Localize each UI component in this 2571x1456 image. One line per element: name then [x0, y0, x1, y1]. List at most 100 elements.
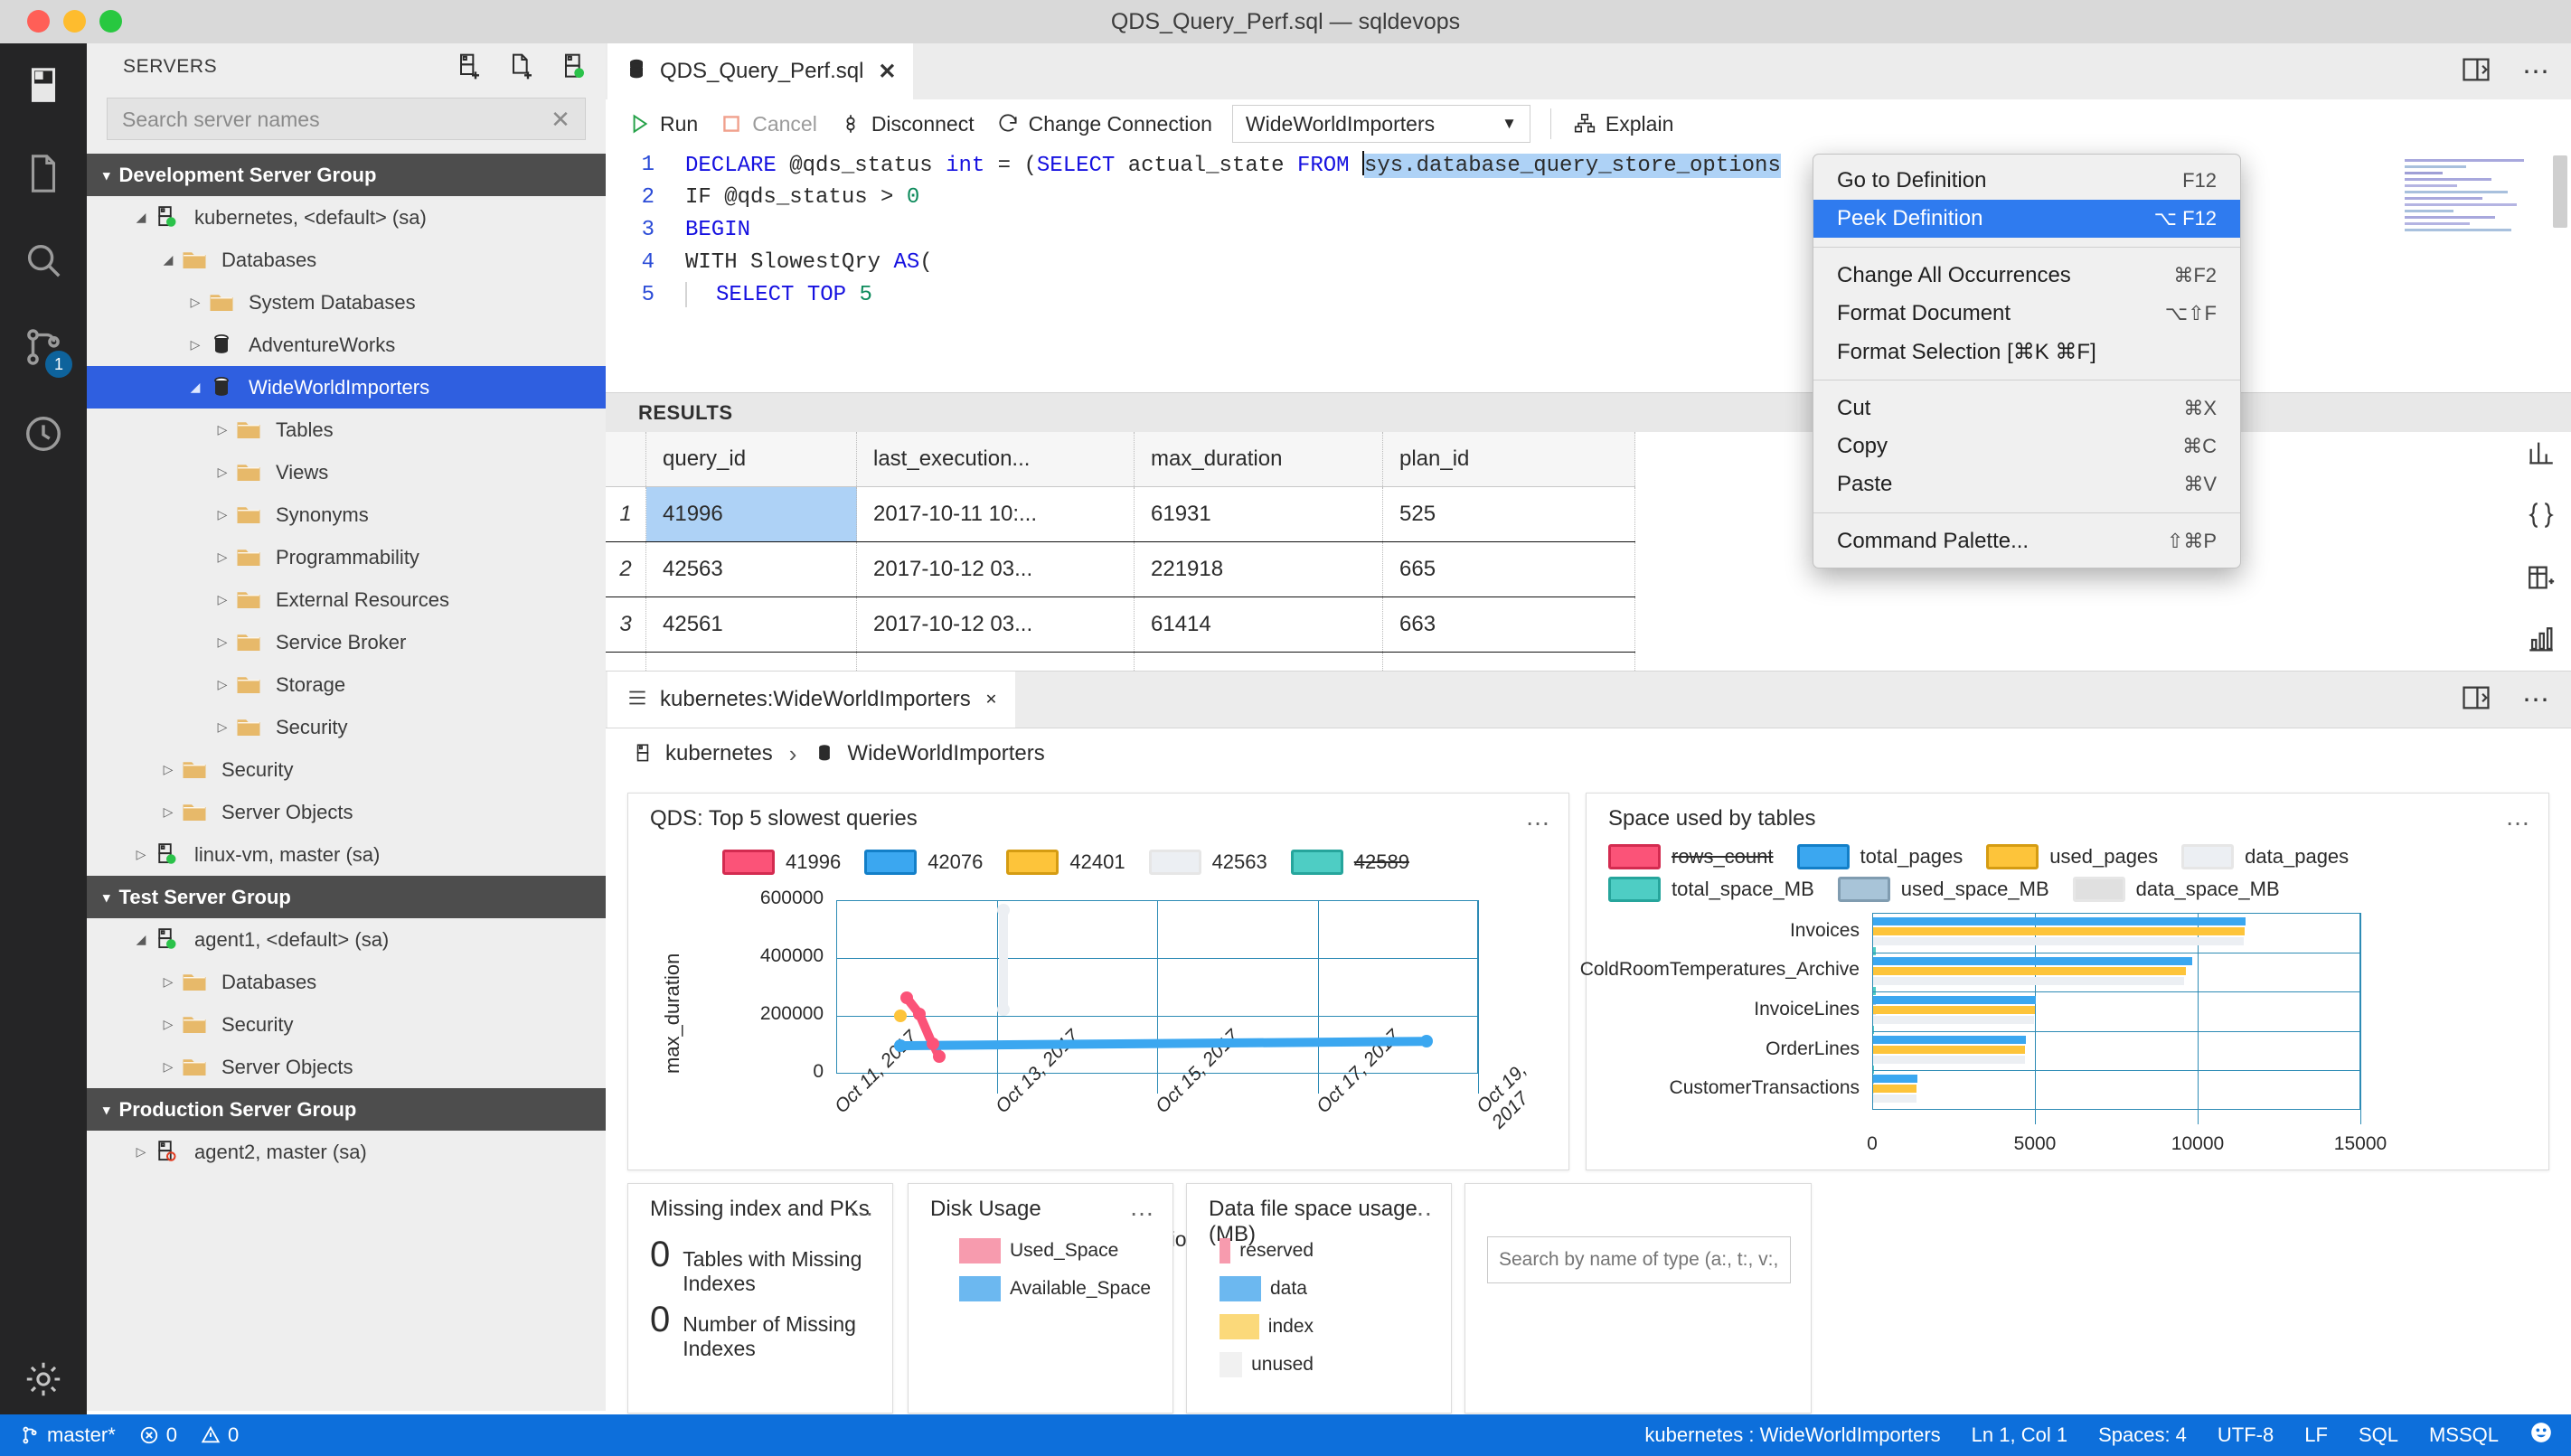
- tree-item-databases[interactable]: ◢ Databases: [87, 239, 606, 281]
- tree-item-linux-vm-master-sa[interactable]: ▷ linux-vm, master (sa): [87, 833, 606, 876]
- tree-item-server-objects[interactable]: ▷ Server Objects: [87, 791, 606, 833]
- data-point[interactable]: [996, 1002, 1010, 1016]
- git-branch-item[interactable]: master*: [20, 1423, 116, 1447]
- space-legend-used-pages[interactable]: used_pages: [1986, 844, 2158, 869]
- tree-item-tables[interactable]: ▷ Tables: [87, 409, 606, 451]
- tab-database-dashboard[interactable]: kubernetes:WideWorldImporters ✕: [607, 672, 1016, 728]
- data-file-legend[interactable]: reserved data index unused: [1220, 1238, 1436, 1390]
- menu-item-cut[interactable]: Cut ⌘X: [1813, 390, 2240, 427]
- data-point[interactable]: [926, 1038, 939, 1051]
- table-cell[interactable]: 41996: [645, 486, 857, 542]
- bar-data_pages[interactable]: [1873, 976, 2185, 985]
- widget-more-icon[interactable]: …: [1525, 803, 1552, 831]
- tree-item-security[interactable]: ▷ Security: [87, 706, 606, 748]
- bar-total_space_mb[interactable]: [1873, 986, 1876, 995]
- activity-servers-icon[interactable]: [0, 43, 87, 130]
- chevron-right-icon[interactable]: ▷: [210, 465, 235, 480]
- widget-disk-usage[interactable]: Disk Usage … Used_Space Available_Space: [908, 1183, 1173, 1414]
- chevron-right-icon[interactable]: ▷: [155, 1017, 181, 1032]
- activity-source-control-icon[interactable]: 1: [0, 304, 87, 390]
- breadcrumb-database[interactable]: WideWorldImporters: [813, 741, 1045, 766]
- menu-item-format-selection-k-f[interactable]: Format Selection [⌘K ⌘F]: [1813, 333, 2240, 371]
- tree-item-kubernetes-default-sa[interactable]: ◢ kubernetes, <default> (sa): [87, 196, 606, 239]
- code-line[interactable]: 5 SELECT TOP 5: [606, 278, 2571, 311]
- table-cell[interactable]: 663: [1382, 596, 1635, 653]
- chevron-right-icon[interactable]: ▷: [128, 1144, 154, 1160]
- table-cell[interactable]: 221918: [1134, 541, 1383, 597]
- space-legend-data-space-mb[interactable]: data_space_MB: [2072, 877, 2280, 902]
- qds-legend-42401[interactable]: 42401: [1006, 850, 1125, 875]
- close-icon[interactable]: ✕: [878, 59, 896, 85]
- bar-total_space_mb[interactable]: [1873, 1026, 1875, 1035]
- bar-total_pages[interactable]: [1873, 956, 2192, 965]
- search-input[interactable]: [120, 99, 522, 141]
- column-header-plan_id[interactable]: plan_id: [1382, 432, 1635, 487]
- more-actions-ellipsis[interactable]: ⋯: [2522, 685, 2551, 716]
- qds-legend-42589[interactable]: 42589: [1290, 850, 1409, 875]
- menu-item-paste[interactable]: Paste ⌘V: [1813, 465, 2240, 503]
- close-icon[interactable]: ✕: [985, 690, 997, 709]
- menu-item-command-palette[interactable]: Command Palette... ⇧⌘P: [1813, 522, 2240, 560]
- code-line[interactable]: 1 DECLARE @qds_status int = (SELECT actua…: [606, 148, 2571, 181]
- space-legend-rows-count[interactable]: rows_count: [1608, 844, 1774, 869]
- bar-total_pages[interactable]: [1873, 1075, 1917, 1084]
- code-line[interactable]: 2 IF @qds_status > 0: [606, 181, 2571, 213]
- table-cell[interactable]: 42561: [645, 596, 857, 653]
- status-language-mode[interactable]: SQL: [2359, 1423, 2398, 1447]
- menu-item-copy[interactable]: Copy ⌘C: [1813, 427, 2240, 465]
- chevron-right-icon[interactable]: ▷: [155, 762, 181, 777]
- datafile-legend-index[interactable]: index: [1220, 1314, 1314, 1339]
- bar-total_space_mb[interactable]: [1873, 1065, 1875, 1074]
- server-tree[interactable]: ▾ Development Server Group ◢ kubernetes, <d…: [87, 154, 606, 1411]
- table-cell[interactable]: 42563: [645, 541, 857, 597]
- chart-view-icon[interactable]: [2526, 437, 2557, 473]
- activity-history-icon[interactable]: [0, 390, 87, 477]
- tree-item-programmability[interactable]: ▷ Programmability: [87, 536, 606, 578]
- code-line[interactable]: 3 BEGIN: [606, 213, 2571, 246]
- new-connection-icon[interactable]: [454, 52, 483, 86]
- activity-file-explorer-icon[interactable]: [0, 130, 87, 217]
- bar-total_pages[interactable]: [1873, 917, 2246, 925]
- space-legend-total-pages[interactable]: total_pages: [1796, 844, 1963, 869]
- tree-item-agent1-default-sa[interactable]: ◢ agent1, <default> (sa): [87, 918, 606, 961]
- chevron-right-icon[interactable]: ▷: [155, 804, 181, 820]
- widget-space-used-by-tables[interactable]: Space used by tables … rows_count total_p…: [1580, 793, 2549, 1170]
- table-cell[interactable]: 61414: [1134, 596, 1383, 653]
- tree-item-databases[interactable]: ▷ Databases: [87, 961, 606, 1003]
- column-header-last_execution[interactable]: last_execution...: [856, 432, 1135, 487]
- bar-total_pages[interactable]: [1873, 996, 2036, 1005]
- chevron-right-icon[interactable]: ▷: [210, 550, 235, 565]
- datafile-legend-reserved[interactable]: reserved: [1220, 1238, 1314, 1263]
- datafile-legend-data[interactable]: data: [1220, 1276, 1314, 1301]
- more-actions-ellipsis[interactable]: ⋯: [2522, 57, 2551, 88]
- split-editor-icon[interactable]: [2461, 682, 2491, 718]
- widget-more-icon[interactable]: …: [2505, 803, 2532, 831]
- tree-item-service-broker[interactable]: ▷ Service Broker: [87, 621, 606, 663]
- table-cell[interactable]: 525: [1382, 486, 1635, 542]
- visualizer-icon[interactable]: [2526, 625, 2557, 660]
- chevron-right-icon[interactable]: ▷: [210, 507, 235, 522]
- widget-missing-index-and-pks[interactable]: Missing index and PKs … 0 Tables with Mi…: [627, 1183, 893, 1414]
- bar-used_pages[interactable]: [1873, 927, 2246, 935]
- qds-legend-42563[interactable]: 42563: [1148, 850, 1267, 875]
- disk-legend-used-space[interactable]: Used_Space: [959, 1238, 1118, 1263]
- tree-item-adventureworks[interactable]: ▷ AdventureWorks: [87, 324, 606, 366]
- tree-item-server-objects[interactable]: ▷ Server Objects: [87, 1046, 606, 1088]
- editor-scrollbar-thumb[interactable]: [2553, 155, 2567, 228]
- tree-item-external-resources[interactable]: ▷ External Resources: [87, 578, 606, 621]
- search-objects-input[interactable]: [1488, 1237, 1781, 1282]
- editor-context-menu[interactable]: Go to Definition F12 Peek Definition ⌥ F12 C…: [1813, 154, 2241, 568]
- widget-qds-top5-slowest-queries[interactable]: QDS: Top 5 slowest queries … 41996 42076 4…: [627, 793, 1569, 1251]
- column-header-max_duration[interactable]: max_duration: [1134, 432, 1383, 487]
- tree-item-security[interactable]: ▷ Security: [87, 748, 606, 791]
- status-indentation[interactable]: Spaces: 4: [2098, 1423, 2187, 1447]
- search-server-names-box[interactable]: ✕: [107, 98, 586, 141]
- errors-item[interactable]: 0: [139, 1423, 177, 1447]
- status-cursor-position[interactable]: Ln 1, Col 1: [1972, 1423, 2067, 1447]
- bar-data_pages[interactable]: [1873, 1016, 2035, 1025]
- chevron-right-icon[interactable]: ▷: [155, 974, 181, 990]
- status-encoding[interactable]: UTF-8: [2218, 1423, 2274, 1447]
- bar-used_pages[interactable]: [1873, 1045, 2026, 1054]
- chevron-down-icon[interactable]: ◢: [155, 252, 181, 268]
- bar-data_pages[interactable]: [1873, 1055, 2025, 1064]
